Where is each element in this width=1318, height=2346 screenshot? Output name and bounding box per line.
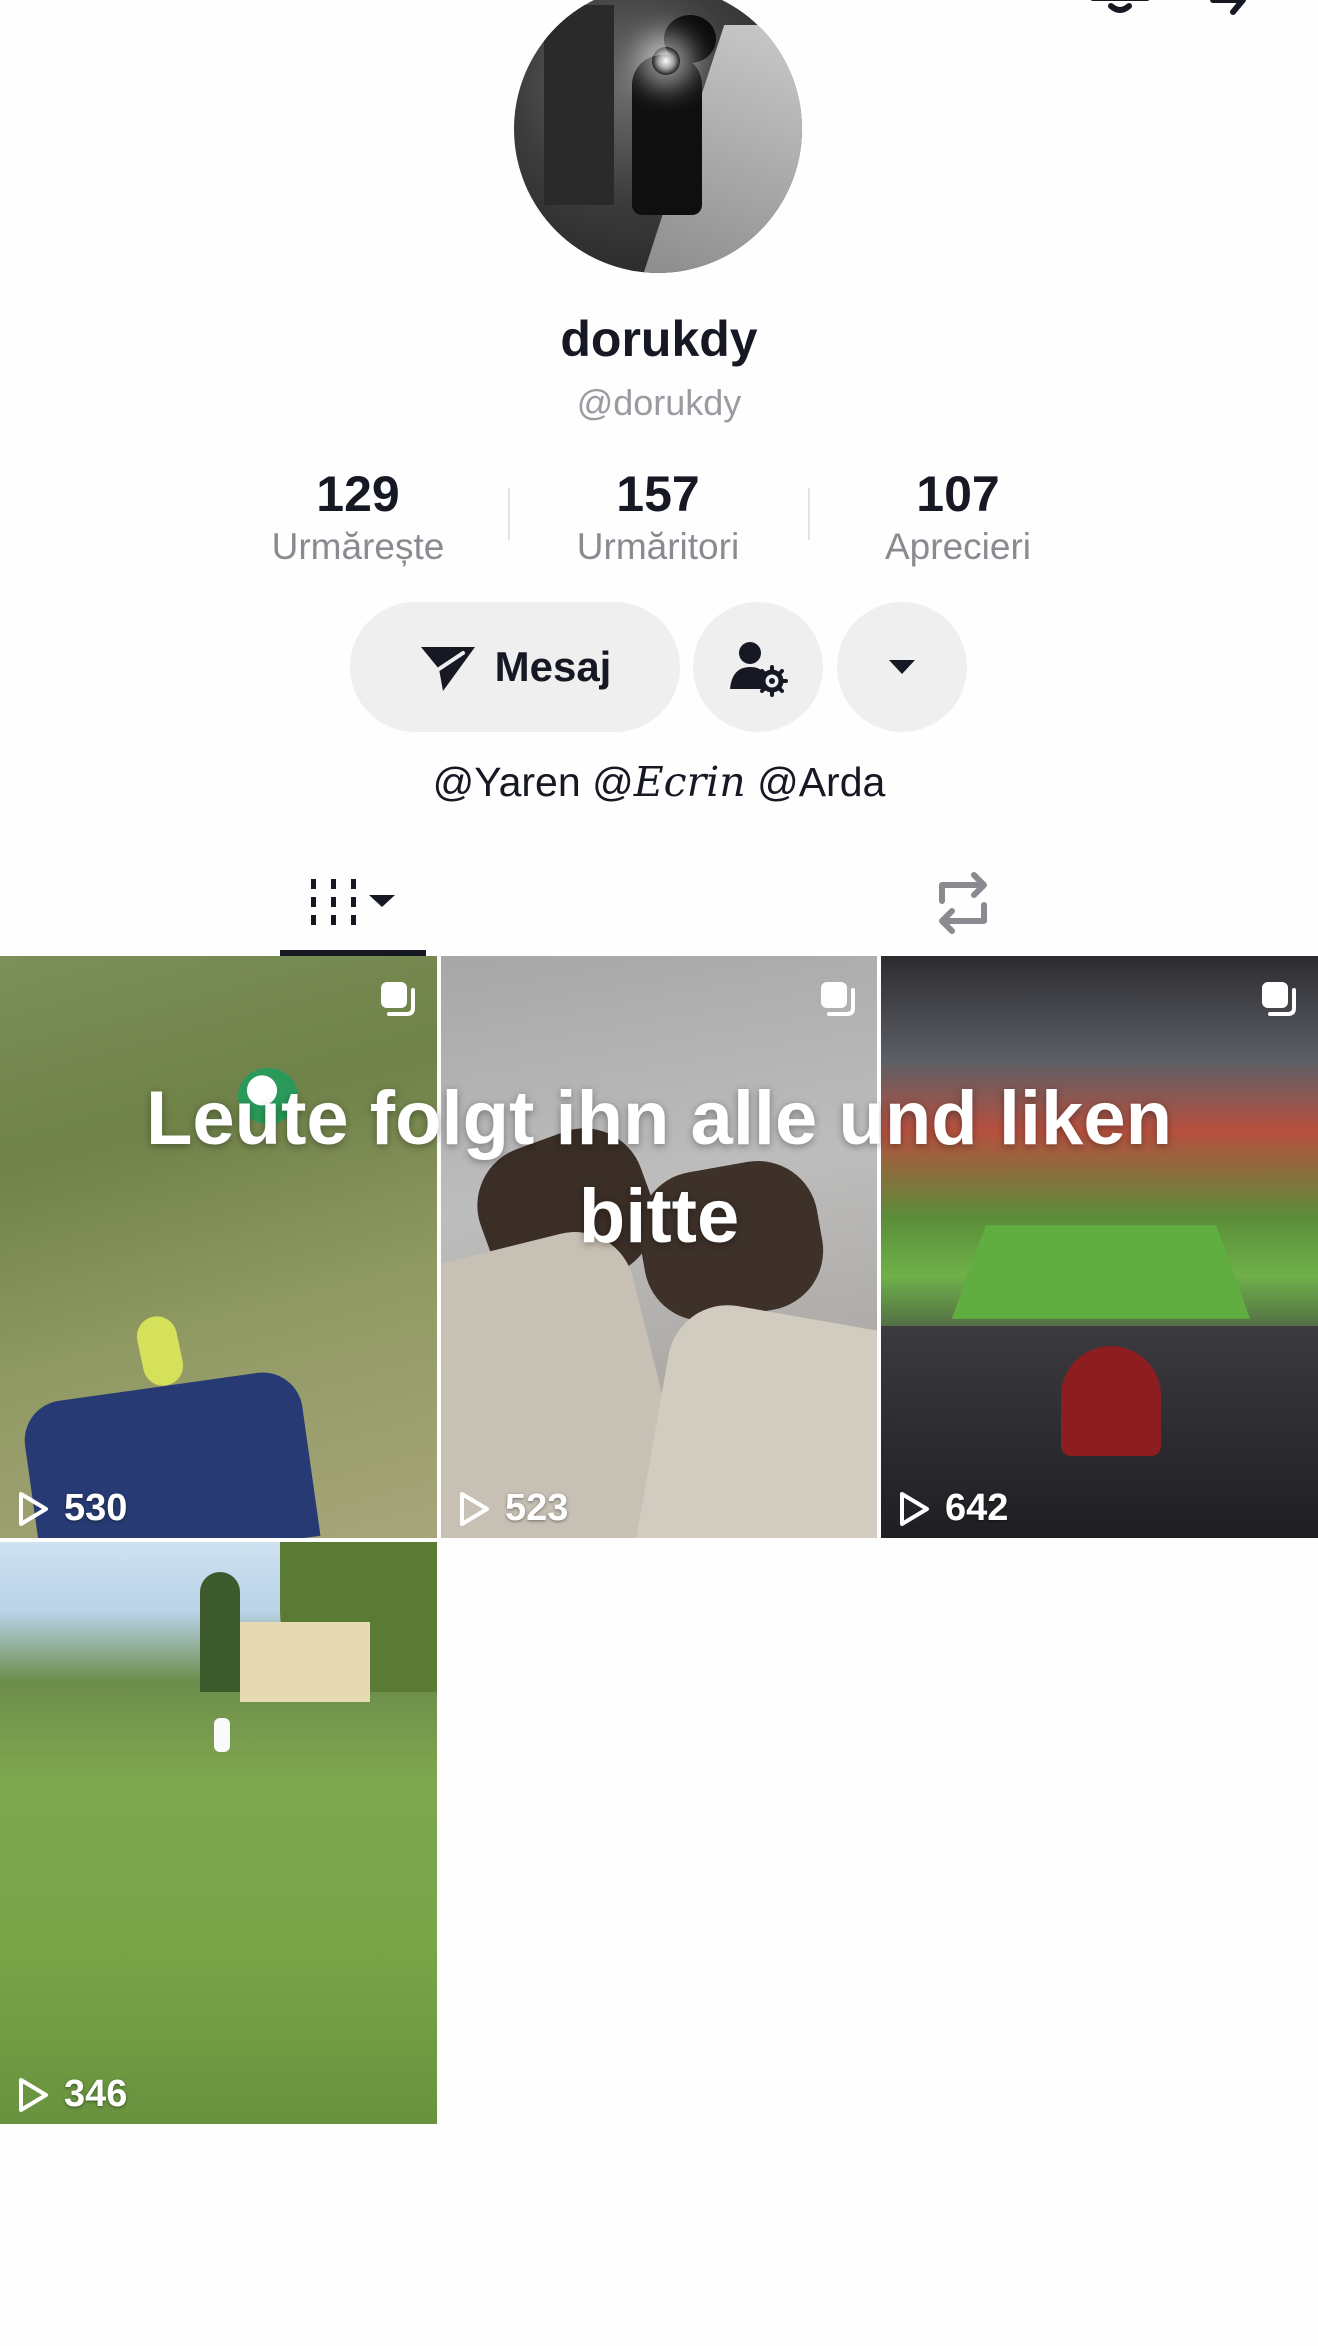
likes-count: 107 xyxy=(916,466,1000,522)
view-count: 523 xyxy=(457,1487,568,1530)
back-arrow-icon xyxy=(30,0,90,40)
avatar[interactable] xyxy=(514,0,802,273)
bio-mention-arda[interactable]: @Arda xyxy=(746,759,885,805)
avatar-photo-detail xyxy=(544,5,614,205)
thumbnail-detail xyxy=(626,1295,877,1538)
person-gear-icon xyxy=(730,642,788,697)
thumbnail-detail xyxy=(133,1312,187,1390)
view-count-value: 523 xyxy=(505,1487,569,1529)
content-tabs xyxy=(0,850,1318,956)
bio-mention-ecrin[interactable]: 𝐸𝑐𝑟𝑖𝑛 xyxy=(634,758,746,806)
avatar-photo-detail xyxy=(652,47,680,75)
followers-label: Urmăritori xyxy=(576,526,740,567)
video-thumbnail[interactable]: 346 xyxy=(0,1542,437,2124)
multi-photo-icon xyxy=(381,982,415,1016)
repost-icon xyxy=(939,872,987,934)
view-count: 530 xyxy=(16,1487,127,1530)
profile-screen: dorukdy @dorukdy 129 Urmărește 157 Urmăr… xyxy=(0,0,1318,2346)
play-icon xyxy=(460,1491,489,1526)
back-button[interactable] xyxy=(20,0,100,40)
caption-overlay: Leute folgt ihn alle und liken bitte xyxy=(145,1076,1173,1259)
play-icon xyxy=(19,2077,48,2112)
tab-videos[interactable] xyxy=(280,850,426,956)
bell-icon xyxy=(1090,0,1150,13)
notifications-button[interactable] xyxy=(1080,0,1160,40)
username-handle: @dorukdy xyxy=(576,382,742,423)
following-label: Urmărește xyxy=(271,526,445,567)
paper-plane-icon xyxy=(420,647,475,691)
thumbnail-detail xyxy=(1061,1346,1161,1456)
bio-text: @Yaren @𝐸𝑐𝑟𝑖𝑛 @Arda xyxy=(0,758,1318,806)
followers-stat[interactable]: 157 Urmăritori xyxy=(528,462,788,568)
multi-photo-icon xyxy=(1262,982,1296,1016)
view-count-value: 530 xyxy=(64,1487,128,1529)
thumbnail-detail xyxy=(214,1718,230,1752)
view-count-value: 346 xyxy=(64,2073,128,2115)
play-icon xyxy=(19,1491,48,1526)
more-options-button[interactable] xyxy=(837,602,967,732)
profile-stats: 129 Urmărește 157 Urmăritori 107 Aprecie… xyxy=(0,462,1318,572)
profile-actions: Mesaj xyxy=(0,602,1318,732)
view-count: 346 xyxy=(16,2073,127,2116)
following-stat[interactable]: 129 Urmărește xyxy=(228,462,488,568)
thumbnail-detail xyxy=(240,1622,370,1702)
caret-down-icon xyxy=(889,660,915,674)
message-button[interactable]: Mesaj xyxy=(350,602,680,732)
share-arrow-icon xyxy=(1210,0,1246,15)
following-count: 129 xyxy=(316,466,400,522)
friends-button[interactable] xyxy=(693,602,823,732)
thumbnail-detail xyxy=(200,1572,240,1692)
stat-divider xyxy=(808,488,810,540)
message-button-label: Mesaj xyxy=(494,643,612,690)
view-count-value: 642 xyxy=(945,1487,1009,1529)
likes-stat[interactable]: 107 Aprecieri xyxy=(828,462,1088,568)
share-button[interactable] xyxy=(1198,0,1278,40)
followers-count: 157 xyxy=(616,466,700,522)
avatar-photo-detail xyxy=(632,55,702,215)
multi-photo-icon xyxy=(821,982,855,1016)
bio-mention-yaren[interactable]: @Yaren xyxy=(433,759,592,805)
grid-columns-icon xyxy=(311,879,395,925)
bio-mention-ecrin-at[interactable]: @ xyxy=(592,759,634,805)
stat-divider xyxy=(508,488,510,540)
view-count: 642 xyxy=(897,1487,1008,1530)
tab-reposts[interactable] xyxy=(890,850,1036,956)
display-name: dorukdy xyxy=(560,311,758,367)
likes-label: Aprecieri xyxy=(885,526,1031,567)
play-icon xyxy=(900,1491,929,1526)
